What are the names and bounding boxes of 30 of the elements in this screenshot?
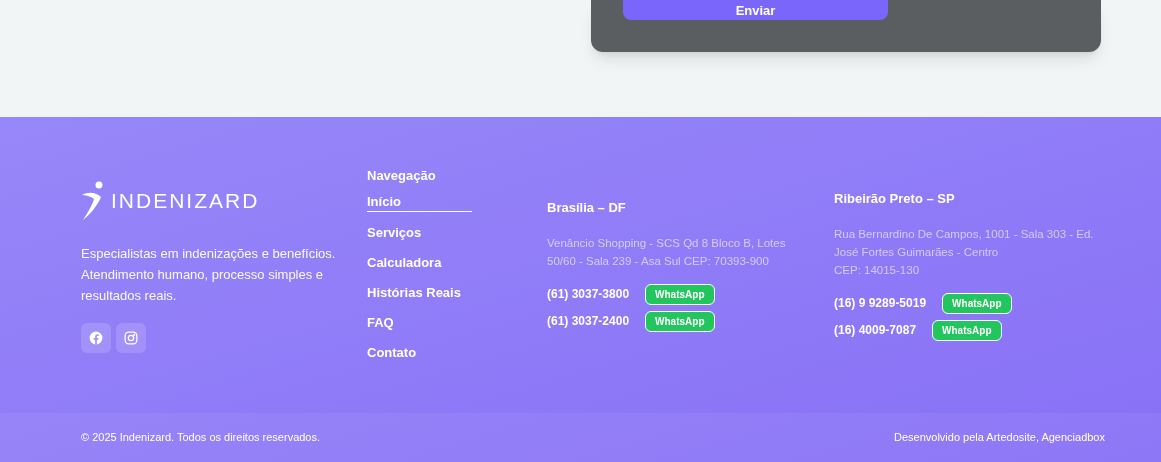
facebook-link[interactable]: [81, 323, 111, 353]
nav-link[interactable]: Calculadora: [367, 254, 472, 271]
facebook-icon: [89, 331, 103, 345]
brand-name: INDENIZARD: [111, 188, 260, 215]
nav-heading: Navegação: [367, 167, 437, 185]
submit-button[interactable]: Enviar: [623, 0, 888, 20]
logo-icon: [81, 181, 105, 221]
nav-link[interactable]: Histórias Reais: [367, 284, 472, 301]
office-address: Rua Bernardino De Campos, 1001 - Sala 303 - Ed. José Fortes Guimarães - Centro: [834, 226, 1094, 260]
instagram-link[interactable]: [116, 323, 146, 353]
office-city: Brasília – DF: [547, 199, 627, 217]
whatsapp-button[interactable]: WhatsApp: [942, 292, 1012, 314]
whatsapp-button[interactable]: WhatsApp: [645, 310, 715, 332]
office-address: Venâncio Shopping - SCS Qd 8 Bloco B, Lotes 50/60 - Sala 239 - Asa Sul CEP: 70393-900: [547, 235, 787, 269]
nav-link[interactable]: Serviços: [367, 224, 472, 241]
phone-number: (61) 3037-3800: [547, 286, 630, 303]
credits-text: Desenvolvido pela Artedosite, Agenciadbox: [894, 430, 1105, 446]
whatsapp-button[interactable]: WhatsApp: [932, 319, 1002, 341]
tagline: Especialistas em indenizações e benefícios. Atendimento humano, processo simples e resultados reais.: [81, 245, 337, 305]
nav-link[interactable]: Contato: [367, 344, 472, 361]
nav-link[interactable]: FAQ: [367, 314, 472, 331]
copyright-text: © 2025 Indenizard. Todos os direitos reservados.: [81, 430, 321, 446]
office-city: Ribeirão Preto – SP: [834, 190, 956, 208]
whatsapp-button[interactable]: WhatsApp: [645, 283, 715, 305]
instagram-icon: [124, 331, 138, 345]
nav-link[interactable]: Início: [367, 193, 472, 212]
phone-number: (16) 9 9289-5019: [834, 295, 927, 312]
office-address: CEP: 14015-130: [834, 262, 921, 278]
phone-number: (16) 4009-7087: [834, 322, 917, 339]
phone-number: (61) 3037-2400: [547, 313, 630, 330]
